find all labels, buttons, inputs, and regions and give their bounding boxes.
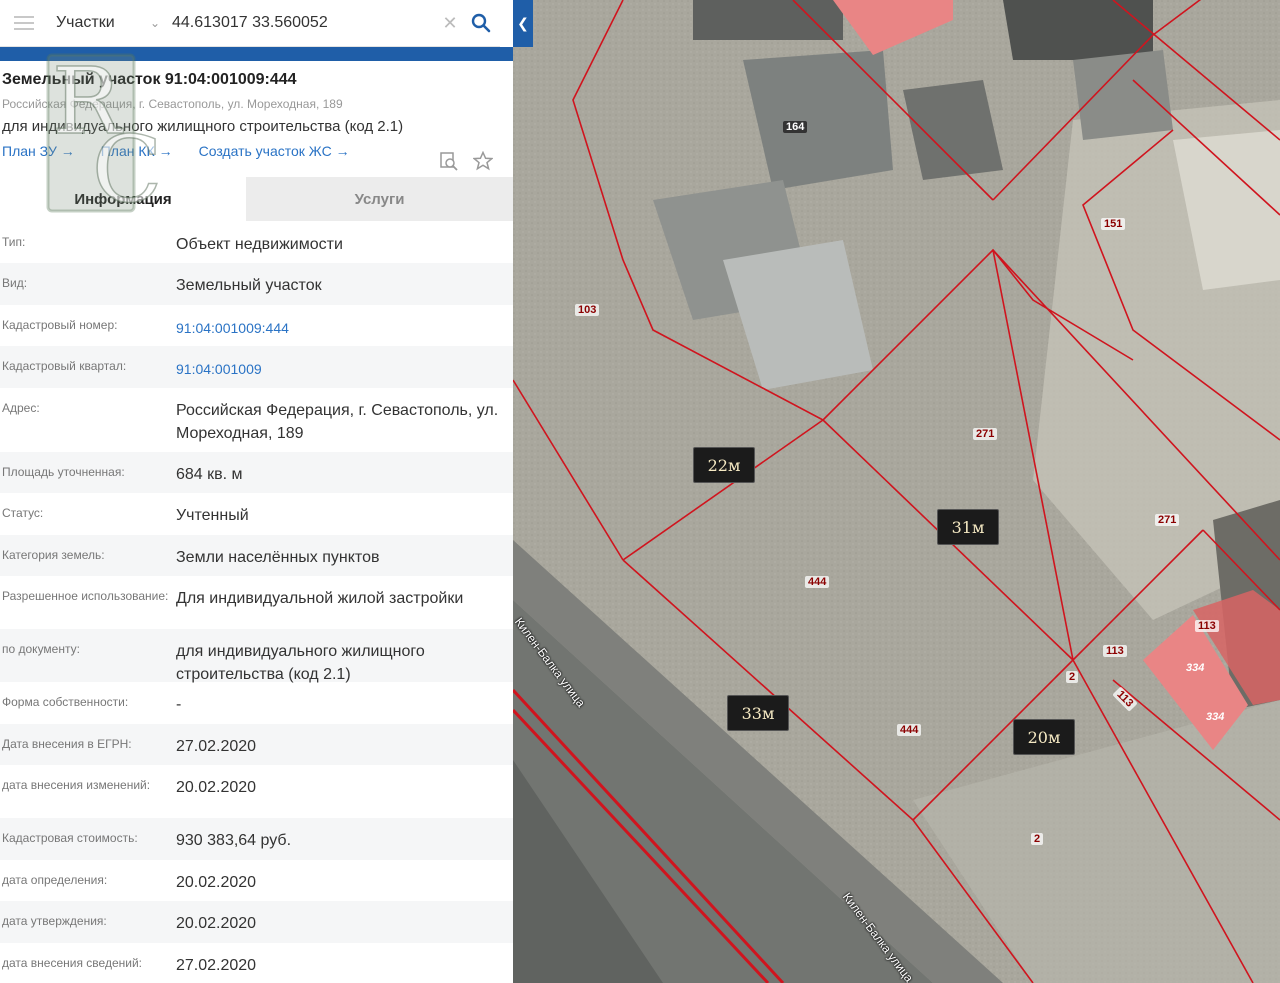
dimension-label: 20м <box>1013 719 1075 755</box>
info-row-value: Российская Федерация, г. Севастополь, ул… <box>176 402 499 443</box>
panel-tabs: Информация Услуги <box>0 177 513 221</box>
info-row-label: Разрешенное использование: <box>2 589 169 603</box>
search-bar: Участки ⌄ ✕ <box>0 0 500 47</box>
info-row-value: 930 383,64 руб. <box>176 832 292 849</box>
info-row-value: Для индивидуальной жилой застройки <box>176 590 464 607</box>
info-row: Вид: Земельный участок <box>0 263 513 305</box>
info-row-label: дата утверждения: <box>2 914 107 928</box>
parcel-number: 444 <box>805 576 830 588</box>
chevron-left-icon: ❮ <box>517 15 529 31</box>
info-row: по документу: для индивидуального жилищно… <box>0 629 513 684</box>
parcel-number: 151 <box>1101 218 1126 230</box>
parcel-number: 113 <box>1195 620 1219 632</box>
dimension-label: 22м <box>693 447 755 483</box>
info-row-label: Форма собственности: <box>2 695 129 709</box>
menu-icon[interactable] <box>0 0 48 47</box>
info-row: Статус: Учтенный <box>0 493 513 535</box>
info-row-value: 27.02.2020 <box>176 738 257 755</box>
info-row: дата утверждения: 20.02.2020 <box>0 901 513 943</box>
info-row-value: 20.02.2020 <box>176 779 257 796</box>
info-row-label: Вид: <box>2 276 28 290</box>
parcel-number: 334 <box>1186 662 1205 674</box>
info-row-label: Кадастровая стоимость: <box>2 831 138 845</box>
info-row-value: Объект недвижимости <box>176 236 343 253</box>
dimension-label: 31м <box>937 509 999 545</box>
parcel-title: Земельный участок 91:04:001009:444 <box>2 71 297 88</box>
info-row-label: Дата внесения в ЕГРН: <box>2 737 132 751</box>
map-view[interactable]: 22м 31м 33м 20м 164 103 151 271 271 444 … <box>513 0 1280 983</box>
info-row: Адрес: Российская Федерация, г. Севастопо… <box>0 388 513 452</box>
info-row-value: Учтенный <box>176 507 249 524</box>
info-row: Кадастровая стоимость: 930 383,64 руб. <box>0 818 513 860</box>
search-input[interactable] <box>168 14 438 32</box>
info-row: Площадь уточненная: 684 кв. м <box>0 452 513 493</box>
header-strip <box>0 47 513 61</box>
header-actions <box>439 151 493 171</box>
info-row-label: Тип: <box>2 235 26 249</box>
info-row-label: Кадастровый квартал: <box>2 359 127 373</box>
info-row: Дата внесения в ЕГРН: 27.02.2020 <box>0 724 513 765</box>
search-type-value: Участки <box>56 14 115 31</box>
parcel-address-small: Российская Федерация, г. Севастополь, ул… <box>2 97 343 111</box>
parcel-number: 113 <box>1103 645 1127 657</box>
parcel-number: 164 <box>783 121 808 133</box>
info-row-value: Земли населённых пунктов <box>176 549 380 566</box>
plan-kk-link[interactable]: План КК → <box>101 143 173 159</box>
info-row: Форма собственности: - <box>0 682 513 724</box>
info-row-label: Площадь уточненная: <box>2 465 125 479</box>
chevron-down-icon: ⌄ <box>149 16 160 30</box>
info-row: Разрешенное использование: Для индивидуал… <box>0 576 513 629</box>
info-row: дата определения: 20.02.2020 <box>0 860 513 901</box>
aerial-imagery <box>513 0 1280 983</box>
info-row-label: дата внесения изменений: <box>2 778 151 792</box>
info-row-value: 20.02.2020 <box>176 915 257 932</box>
info-row-label: Адрес: <box>2 401 40 415</box>
parcel-usage: для индивидуального жилищного строительс… <box>2 118 404 135</box>
clear-icon[interactable]: ✕ <box>438 13 462 34</box>
collapse-panel-button[interactable]: ❮ <box>513 0 533 47</box>
search-type-select[interactable]: Участки ⌄ <box>48 14 168 32</box>
info-row-label: Категория земель: <box>2 548 105 562</box>
parcel-number: 103 <box>575 304 600 316</box>
info-row-label: по документу: <box>2 642 80 656</box>
info-row-label: Статус: <box>2 506 44 520</box>
tab-information[interactable]: Информация <box>0 177 246 221</box>
parcel-number: 2 <box>1031 833 1044 845</box>
parcel-header: Земельный участок 91:04:001009:444 Росси… <box>0 61 513 176</box>
search-button[interactable] <box>462 0 500 47</box>
info-row-link[interactable]: 91:04:001009 <box>176 346 509 388</box>
tab-services[interactable]: Услуги <box>246 177 513 221</box>
zoom-to-icon[interactable] <box>439 151 459 171</box>
info-row-label: дата определения: <box>2 873 108 887</box>
info-table: Тип: Объект недвижимости Вид: Земельный уча… <box>0 222 513 983</box>
parcel-number: 444 <box>897 724 922 736</box>
info-row: дата внесения сведений: 27.02.2020 <box>0 943 513 983</box>
parcel-number: 2 <box>1066 671 1079 683</box>
star-icon[interactable] <box>473 151 493 171</box>
search-icon <box>471 13 491 33</box>
info-panel: Участки ⌄ ✕ Земельный участок 91:04:0010… <box>0 0 513 983</box>
plan-zu-link[interactable]: План ЗУ → <box>2 143 75 159</box>
info-row-value: 27.02.2020 <box>176 957 257 974</box>
info-row-value: для индивидуального жилищного строительс… <box>176 643 425 684</box>
info-row-link[interactable]: 91:04:001009:444 <box>176 305 509 346</box>
info-row-value: Земельный участок <box>176 277 322 294</box>
parcel-number: 334 <box>1206 711 1225 723</box>
info-row: Кадастровый квартал: 91:04:001009 <box>0 346 513 388</box>
info-row: Кадастровый номер: 91:04:001009:444 <box>0 305 513 346</box>
info-row-value: - <box>176 696 182 713</box>
info-row: Тип: Объект недвижимости <box>0 222 513 263</box>
dimension-label: 33м <box>727 695 789 731</box>
parcel-number: 271 <box>973 428 998 440</box>
info-row-label: Кадастровый номер: <box>2 318 118 332</box>
create-parcel-link[interactable]: Создать участок ЖС → <box>199 143 350 159</box>
parcel-number: 271 <box>1155 514 1180 526</box>
info-row: дата внесения изменений: 20.02.2020 <box>0 765 513 818</box>
parcel-links: План ЗУ → План КК → Создать участок ЖС → <box>2 143 513 159</box>
info-row-label: дата внесения сведений: <box>2 956 142 970</box>
info-row: Категория земель: Земли населённых пункто… <box>0 535 513 576</box>
info-row-value: 684 кв. м <box>176 466 243 483</box>
info-row-value: 20.02.2020 <box>176 874 257 891</box>
